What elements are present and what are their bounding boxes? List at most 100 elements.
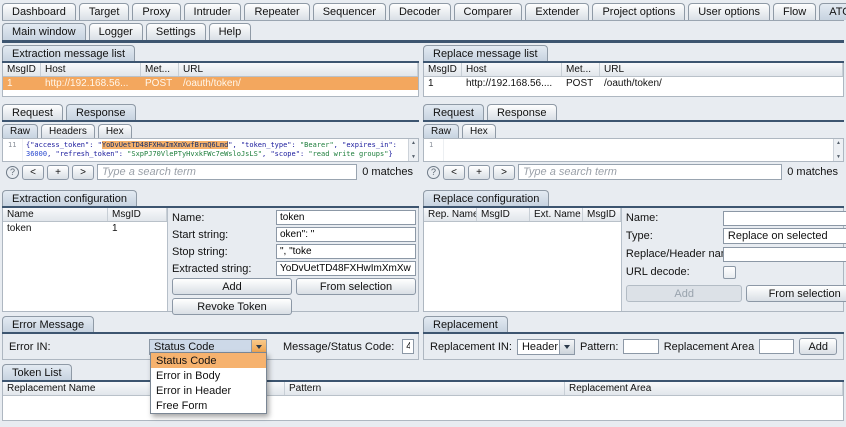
tab-raw[interactable]: Raw xyxy=(2,124,39,138)
tab-raw[interactable]: Raw xyxy=(423,124,460,138)
url-decode-checkbox[interactable] xyxy=(722,265,736,279)
column-ext-name[interactable]: Ext. Name xyxy=(530,208,583,221)
search-next-button[interactable]: > xyxy=(493,164,515,180)
tab-sequencer[interactable]: Sequencer xyxy=(312,3,386,20)
column-pattern[interactable]: Pattern xyxy=(285,382,565,395)
start-string-field[interactable] xyxy=(276,227,416,242)
column-replacement-area[interactable]: Replacement Area xyxy=(565,382,843,395)
scroll-down-icon[interactable]: ▼ xyxy=(836,154,841,160)
revoke-token-button[interactable]: Revoke Token xyxy=(172,298,292,315)
tab-hex[interactable]: Hex xyxy=(97,124,132,138)
tab-replacement[interactable]: Replacement xyxy=(423,316,508,332)
tab-error-message[interactable]: Error Message xyxy=(2,316,95,332)
from-selection-button[interactable]: From selection xyxy=(746,285,846,302)
type-dropdown[interactable]: Replace on selected xyxy=(722,228,846,244)
tab-extender[interactable]: Extender xyxy=(525,3,590,20)
tab-logger[interactable]: Logger xyxy=(88,23,143,40)
column-host[interactable]: Host xyxy=(462,63,562,76)
editor-scrollbar[interactable]: ▲ ▼ xyxy=(408,139,418,161)
stop-string-field[interactable] xyxy=(276,244,416,259)
column-method[interactable]: Met... xyxy=(141,63,179,76)
search-input[interactable] xyxy=(518,164,783,180)
column-msgid[interactable]: MsgID xyxy=(424,63,462,76)
table-row[interactable]: token 1 xyxy=(3,222,167,235)
tab-decoder[interactable]: Decoder xyxy=(388,3,451,20)
tab-comparer[interactable]: Comparer xyxy=(453,3,523,20)
tab-ator-extender[interactable]: ATOR Extender xyxy=(819,3,846,20)
tab-dashboard[interactable]: Dashboard xyxy=(2,3,76,20)
tab-target[interactable]: Target xyxy=(78,3,130,20)
scroll-down-icon[interactable]: ▼ xyxy=(411,154,416,160)
scroll-up-icon[interactable]: ▲ xyxy=(836,140,841,146)
replace-message-list-header: MsgID Host Met... URL xyxy=(424,63,843,77)
add-button: Add xyxy=(625,285,743,302)
scroll-up-icon[interactable]: ▲ xyxy=(411,140,416,146)
help-icon[interactable]: ? xyxy=(6,165,19,179)
error-in-label: Error IN: xyxy=(9,340,51,353)
code-string: "SxpPJ70VlePTyHvxkFWc7eWsloJsLS" xyxy=(127,150,263,158)
tab-response[interactable]: Response xyxy=(65,104,136,120)
search-add-button[interactable]: + xyxy=(468,164,490,180)
response-editor[interactable]: 11 {"access_token": "YoDvUetTD48FXHwImXm… xyxy=(2,138,419,162)
add-button[interactable]: Add xyxy=(799,338,838,355)
tab-headers[interactable]: Headers xyxy=(41,124,95,138)
tab-settings[interactable]: Settings xyxy=(145,23,206,40)
add-button[interactable]: Add xyxy=(172,278,292,295)
dropdown-option-free-form[interactable]: Free Form xyxy=(151,398,266,413)
editor-scrollbar[interactable]: ▲ ▼ xyxy=(833,139,843,161)
column-name[interactable]: Name xyxy=(3,208,108,221)
search-prev-button[interactable]: < xyxy=(443,164,465,180)
tab-flow[interactable]: Flow xyxy=(772,3,817,20)
replacement-area-field[interactable] xyxy=(759,339,795,354)
tab-replace-configuration[interactable]: Replace configuration xyxy=(423,190,550,206)
match-count: 0 matches xyxy=(362,166,413,178)
table-row[interactable]: 1 http://192.168.56... POST /oauth/token… xyxy=(3,77,418,90)
column-url[interactable]: URL xyxy=(179,63,418,76)
help-icon[interactable]: ? xyxy=(427,165,440,179)
tab-response[interactable]: Response xyxy=(486,104,557,120)
tab-proxy[interactable]: Proxy xyxy=(132,3,181,20)
search-next-button[interactable]: > xyxy=(72,164,94,180)
tab-project-options[interactable]: Project options xyxy=(592,3,686,20)
column-msgid[interactable]: MsgID xyxy=(3,63,41,76)
tab-token-list[interactable]: Token List xyxy=(2,364,72,380)
column-msgid[interactable]: MsgID xyxy=(477,208,530,221)
column-method[interactable]: Met... xyxy=(562,63,600,76)
tab-hex[interactable]: Hex xyxy=(462,124,496,138)
column-url[interactable]: URL xyxy=(600,63,843,76)
search-add-button[interactable]: + xyxy=(47,164,69,180)
name-field[interactable] xyxy=(722,210,846,226)
dropdown-option-error-in-header[interactable]: Error in Header xyxy=(151,383,266,398)
tab-request[interactable]: Request xyxy=(2,104,63,120)
column-rep-name[interactable]: Rep. Name xyxy=(424,208,477,221)
message-status-code-field[interactable] xyxy=(402,339,414,354)
table-row[interactable]: 1 http://192.168.56.... POST /oauth/toke… xyxy=(424,77,843,90)
tab-user-options[interactable]: User options xyxy=(688,3,770,20)
tab-extraction-message-list[interactable]: Extraction message list xyxy=(2,45,136,61)
dropdown-option-status-code[interactable]: Status Code xyxy=(151,353,266,368)
column-msgid[interactable]: MsgID xyxy=(108,208,167,221)
cell-msgid: 1 xyxy=(112,223,118,234)
name-field[interactable] xyxy=(276,210,416,225)
search-input[interactable] xyxy=(97,164,358,180)
pattern-field[interactable] xyxy=(623,339,659,354)
tab-main-window[interactable]: Main window xyxy=(2,23,86,40)
tab-intruder[interactable]: Intruder xyxy=(183,3,242,20)
replacement-in-dropdown[interactable]: Header xyxy=(516,338,575,355)
column-msgid2[interactable]: MsgID xyxy=(583,208,621,221)
extracted-string-field[interactable] xyxy=(276,261,416,276)
replace-config-form: Name: Type: Replace on selected Replace/… xyxy=(622,208,846,311)
tab-help[interactable]: Help xyxy=(208,23,252,40)
search-prev-button[interactable]: < xyxy=(22,164,44,180)
request-editor[interactable]: 1 ▲ ▼ xyxy=(423,138,844,162)
dropdown-option-error-in-body[interactable]: Error in Body xyxy=(151,368,266,383)
highlighted-token: YoDvUetTD48FXHwImXmXwfBrmQ6Lmd xyxy=(101,141,229,149)
replace-header-name-field[interactable] xyxy=(722,246,846,262)
column-host[interactable]: Host xyxy=(41,63,141,76)
tab-repeater[interactable]: Repeater xyxy=(244,3,310,20)
tab-request[interactable]: Request xyxy=(423,104,484,120)
from-selection-button[interactable]: From selection xyxy=(296,278,416,295)
tab-replace-message-list[interactable]: Replace message list xyxy=(423,45,548,61)
code-string: "Bearer" xyxy=(299,141,334,149)
tab-extraction-configuration[interactable]: Extraction configuration xyxy=(2,190,137,206)
